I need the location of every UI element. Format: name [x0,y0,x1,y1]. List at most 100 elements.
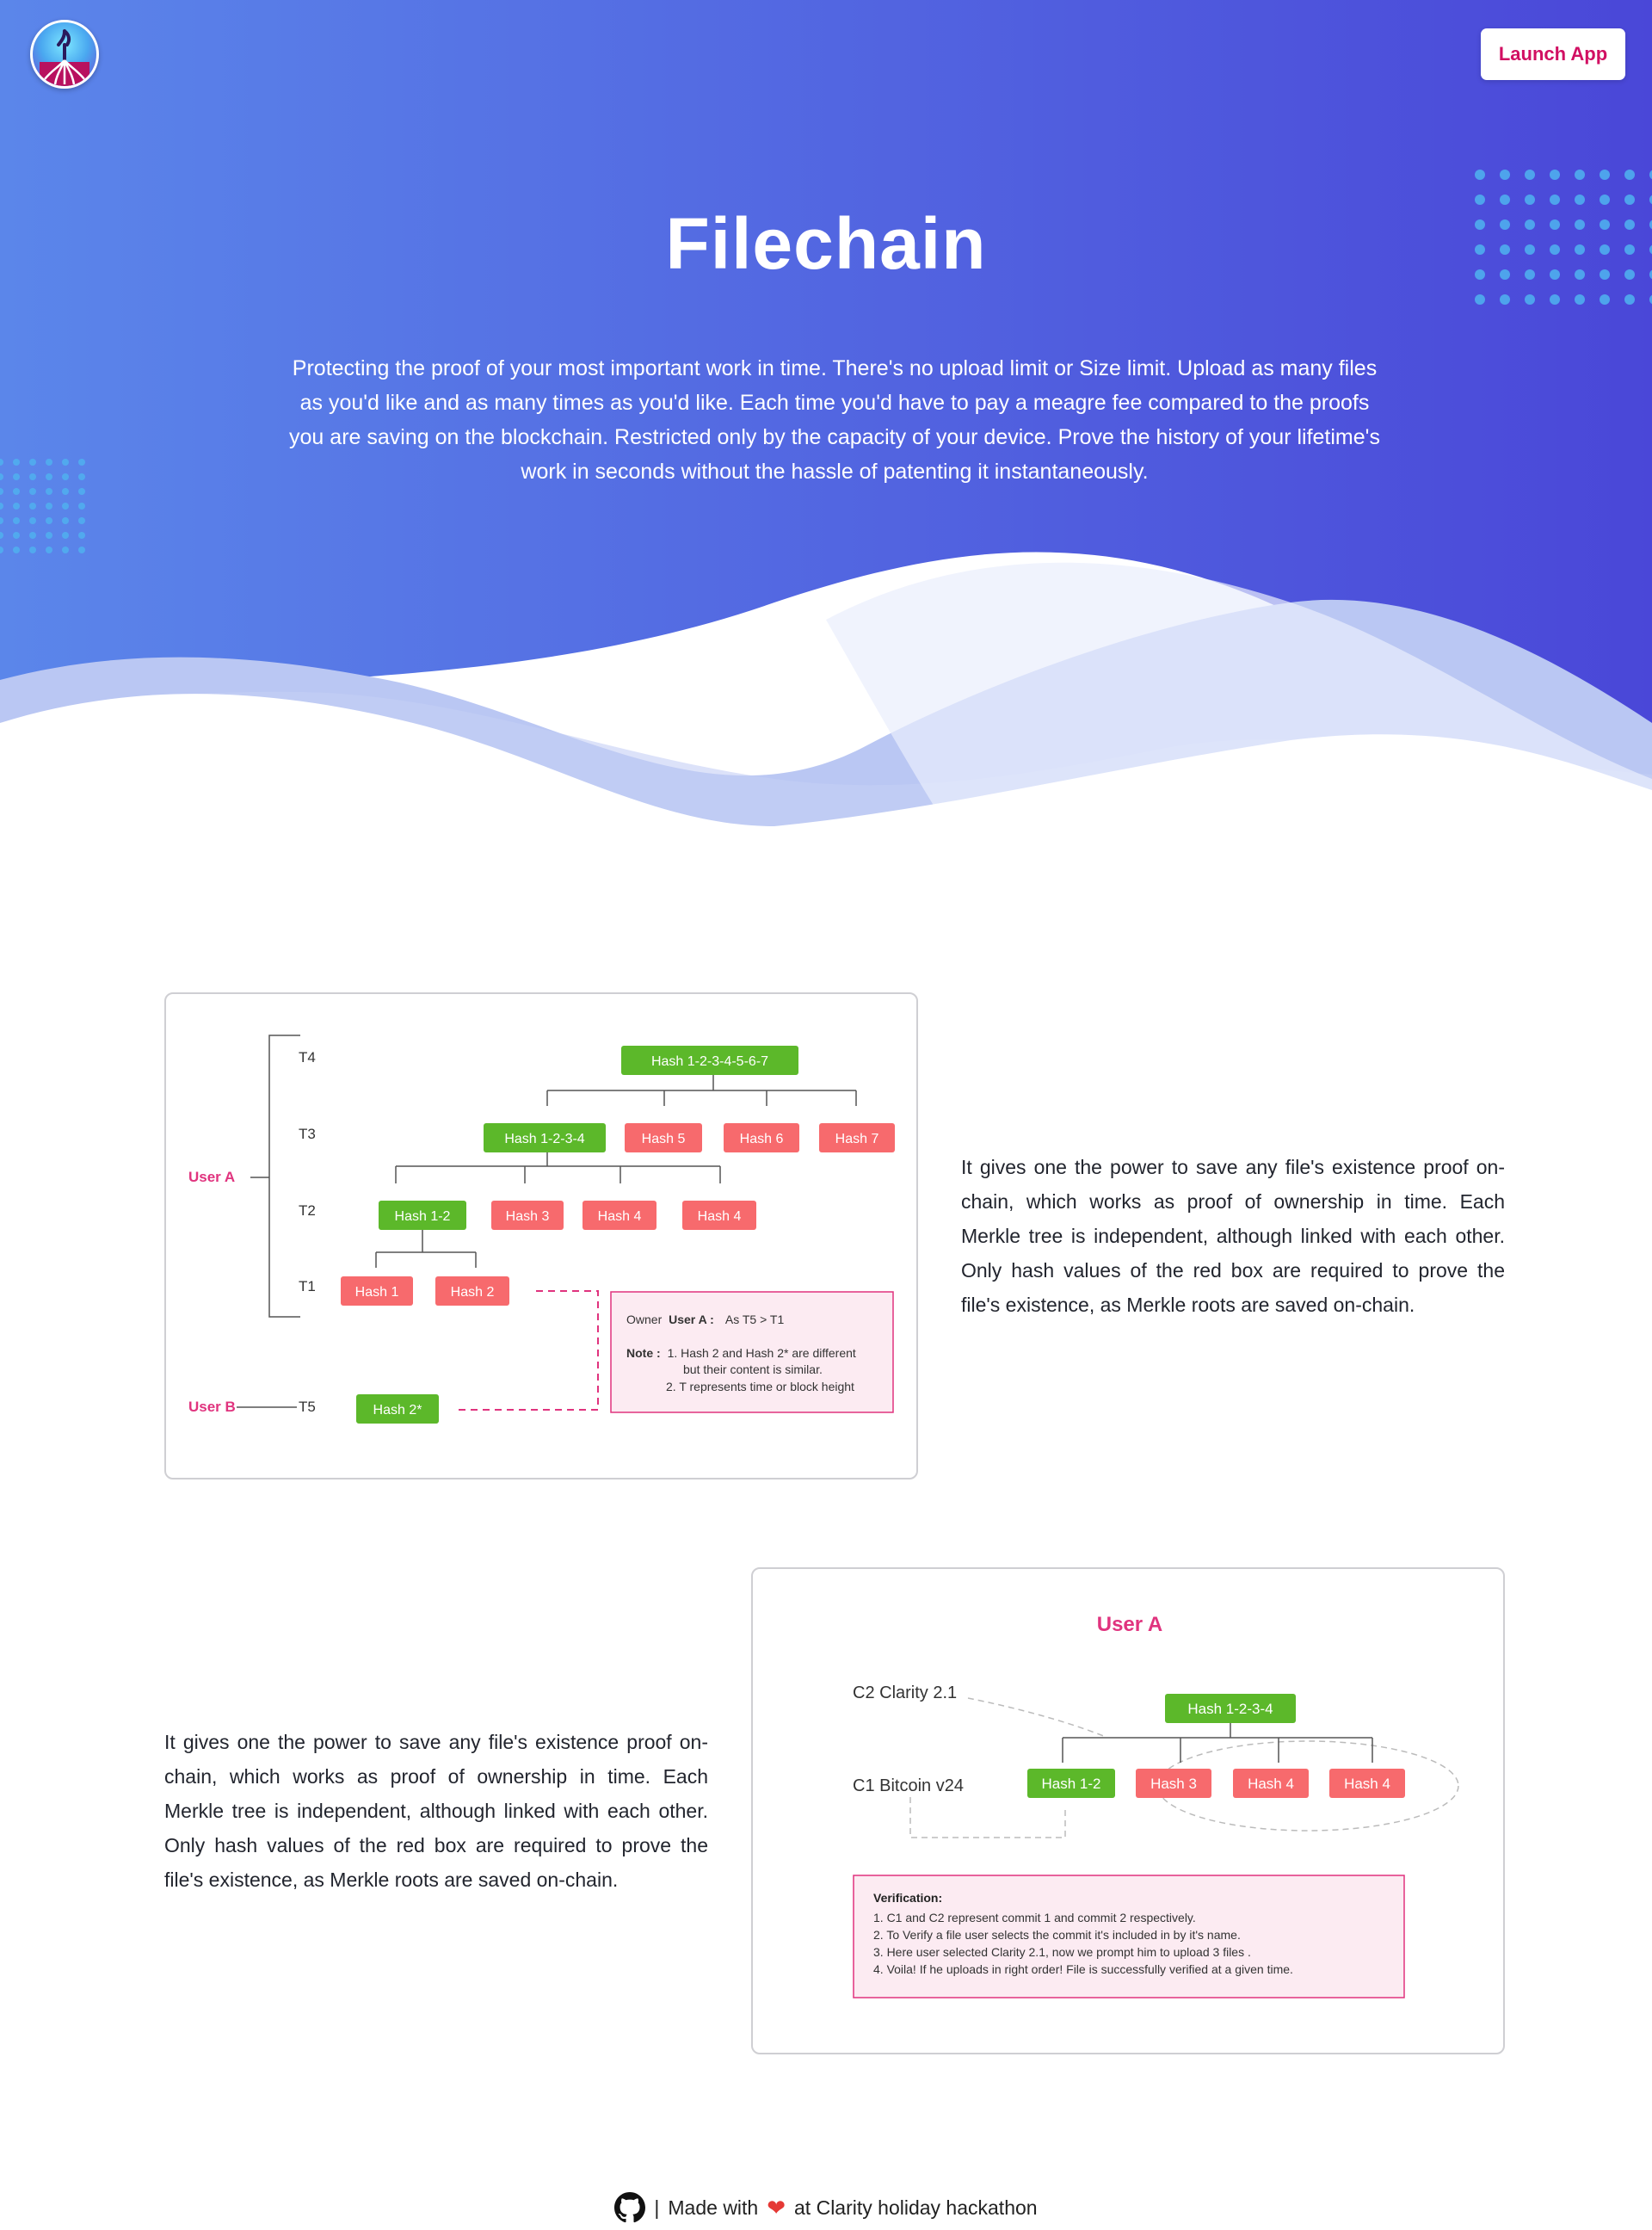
decorative-dot [1475,170,1485,180]
decorative-dot [1500,170,1510,180]
svg-text:Note : 1. Hash 2 and H: Note : 1. Hash 2 and Hash 2* are differe… [626,1346,856,1360]
node2-hash-3: Hash 3 [1136,1769,1211,1798]
commit-verification-diagram: User A C2 Clarity 2.1 C1 Bitcoin v24 Has… [853,1613,1459,1998]
decorative-dot [1624,294,1635,305]
svg-text:but their content is similar.: but their content is similar. [683,1362,823,1376]
hero-description: Protecting the proof of your most import… [289,356,1380,484]
decorative-dot [46,459,52,466]
decorative-dot [29,517,36,524]
ownership-note: Owner User A : As T5 > T1 Note : 1. Hash… [610,1291,894,1413]
user-b-label: User B [188,1399,236,1415]
svg-text:Hash 7: Hash 7 [835,1132,879,1146]
decorative-dot [1575,170,1585,180]
node-hash-2-star: Hash 2* [356,1394,439,1424]
decorative-dot [78,473,85,480]
node-hash-7: Hash 7 [819,1123,895,1152]
svg-text:Hash 2*: Hash 2* [373,1403,422,1418]
svg-text:Hash 4: Hash 4 [598,1209,642,1224]
level-t3-label: T3 [299,1126,316,1142]
svg-text:Hash 1-2-3-4-5-6-7: Hash 1-2-3-4-5-6-7 [651,1054,768,1069]
svg-text:Hash 1-2-3-4: Hash 1-2-3-4 [1187,1701,1273,1717]
decorative-dot [62,532,69,539]
decorative-dot [78,517,85,524]
user-a-bracket [237,1035,300,1408]
diagram-2-title: User A [1097,1613,1162,1636]
decorative-dot [78,488,85,495]
svg-text:Owner User A :: Owner User A : As T5 > T1 [626,1313,784,1326]
svg-text:2. To Verify a file user selec: 2. To Verify a file user selects the com… [873,1928,1241,1942]
svg-text:Hash 1-2: Hash 1-2 [395,1209,451,1224]
node2-hash-4b: Hash 4 [1329,1769,1405,1798]
decorative-dot [1475,294,1485,305]
decorative-dot [29,473,36,480]
node-hash-3: Hash 3 [491,1201,564,1230]
footer-separator: | [654,2196,660,2219]
svg-text:Hash 1: Hash 1 [355,1285,399,1300]
footer: | Made with ❤ at Clarity holiday hackath… [0,2190,1652,2225]
decorative-dot [1600,170,1610,180]
commit-c1-label: C1 Bitcoin v24 [853,1776,964,1795]
decorative-dot [29,503,36,510]
section-2-description: It gives one the power to save any file'… [164,1731,708,1891]
hero-title: Filechain [665,203,987,284]
section-1-description: It gives one the power to save any file'… [961,1156,1505,1316]
node-root: Hash 1-2-3-4-5-6-7 [621,1046,798,1075]
decorative-dot [29,488,36,495]
merkle-tree-diagram: User A User B T5 T4 T3 T2 T1 Hash 1-2-3-… [188,1035,895,1424]
decorative-dot [46,517,52,524]
decorative-dot [13,459,20,466]
svg-text:Hash 6: Hash 6 [740,1132,784,1146]
node2-hash-4a: Hash 4 [1233,1769,1309,1798]
node-hash-2: Hash 2 [435,1276,509,1306]
decorative-dot [46,503,52,510]
decorative-dot [46,488,52,495]
decorative-dot [29,459,36,466]
decorative-dot [62,517,69,524]
decorative-dot [62,473,69,480]
decorative-dot [29,547,36,553]
decorative-dot [62,547,69,553]
decorative-dot [13,547,20,553]
svg-text:1. C1 and C2 represent commit: 1. C1 and C2 represent commit 1 and comm… [873,1911,1196,1924]
decorative-dot [1500,294,1510,305]
user-a-label: User A [188,1169,235,1185]
decorative-dot [78,547,85,553]
node-hash-1: Hash 1 [341,1276,413,1306]
decorative-dot [13,473,20,480]
decorative-dot [1600,294,1610,305]
svg-text:Hash 1-2-3-4: Hash 1-2-3-4 [504,1132,584,1146]
svg-text:Hash 4: Hash 4 [1248,1776,1294,1792]
decorative-dot [78,459,85,466]
level-t5-label: T5 [299,1399,316,1415]
decorative-dot [78,532,85,539]
decorative-dot [62,459,69,466]
decorative-dot [13,503,20,510]
decorative-dot [62,488,69,495]
commit-c2-label: C2 Clarity 2.1 [853,1683,957,1702]
svg-text:Hash 5: Hash 5 [642,1132,686,1146]
node-hash-1234: Hash 1-2-3-4 [484,1123,606,1152]
node-hash-6: Hash 6 [724,1123,799,1152]
heart-icon: ❤ [767,2194,786,2221]
decorative-dot [1550,170,1560,180]
launch-app-button[interactable]: Launch App [1481,28,1625,80]
filechain-logo-icon[interactable] [30,20,99,89]
decorative-dot [1525,294,1535,305]
svg-text:Hash 3: Hash 3 [1150,1776,1197,1792]
svg-text:Verification:: Verification: [873,1891,942,1905]
github-icon[interactable] [614,2192,646,2223]
node-hash-4b: Hash 4 [682,1201,756,1230]
decorative-dot [46,547,52,553]
decorative-dot [1575,294,1585,305]
level-t2-label: T2 [299,1202,316,1219]
decorative-dot [13,517,20,524]
svg-text:3. Here user selected Clarity: 3. Here user selected Clarity 2.1, now w… [873,1945,1251,1959]
svg-text:4. Voila! If he uploads in rig: 4. Voila! If he uploads in right order! … [873,1962,1293,1976]
hero-section: Launch App Filechain Protecting the proo… [0,0,1652,826]
svg-text:2. T represents time or block: 2. T represents time or block height [666,1380,854,1393]
decorative-dot [29,532,36,539]
footer-made-with: Made with [668,2196,759,2219]
svg-text:Hash 1-2: Hash 1-2 [1042,1776,1101,1792]
decorative-dot [78,503,85,510]
hash2-link [455,1290,599,1411]
